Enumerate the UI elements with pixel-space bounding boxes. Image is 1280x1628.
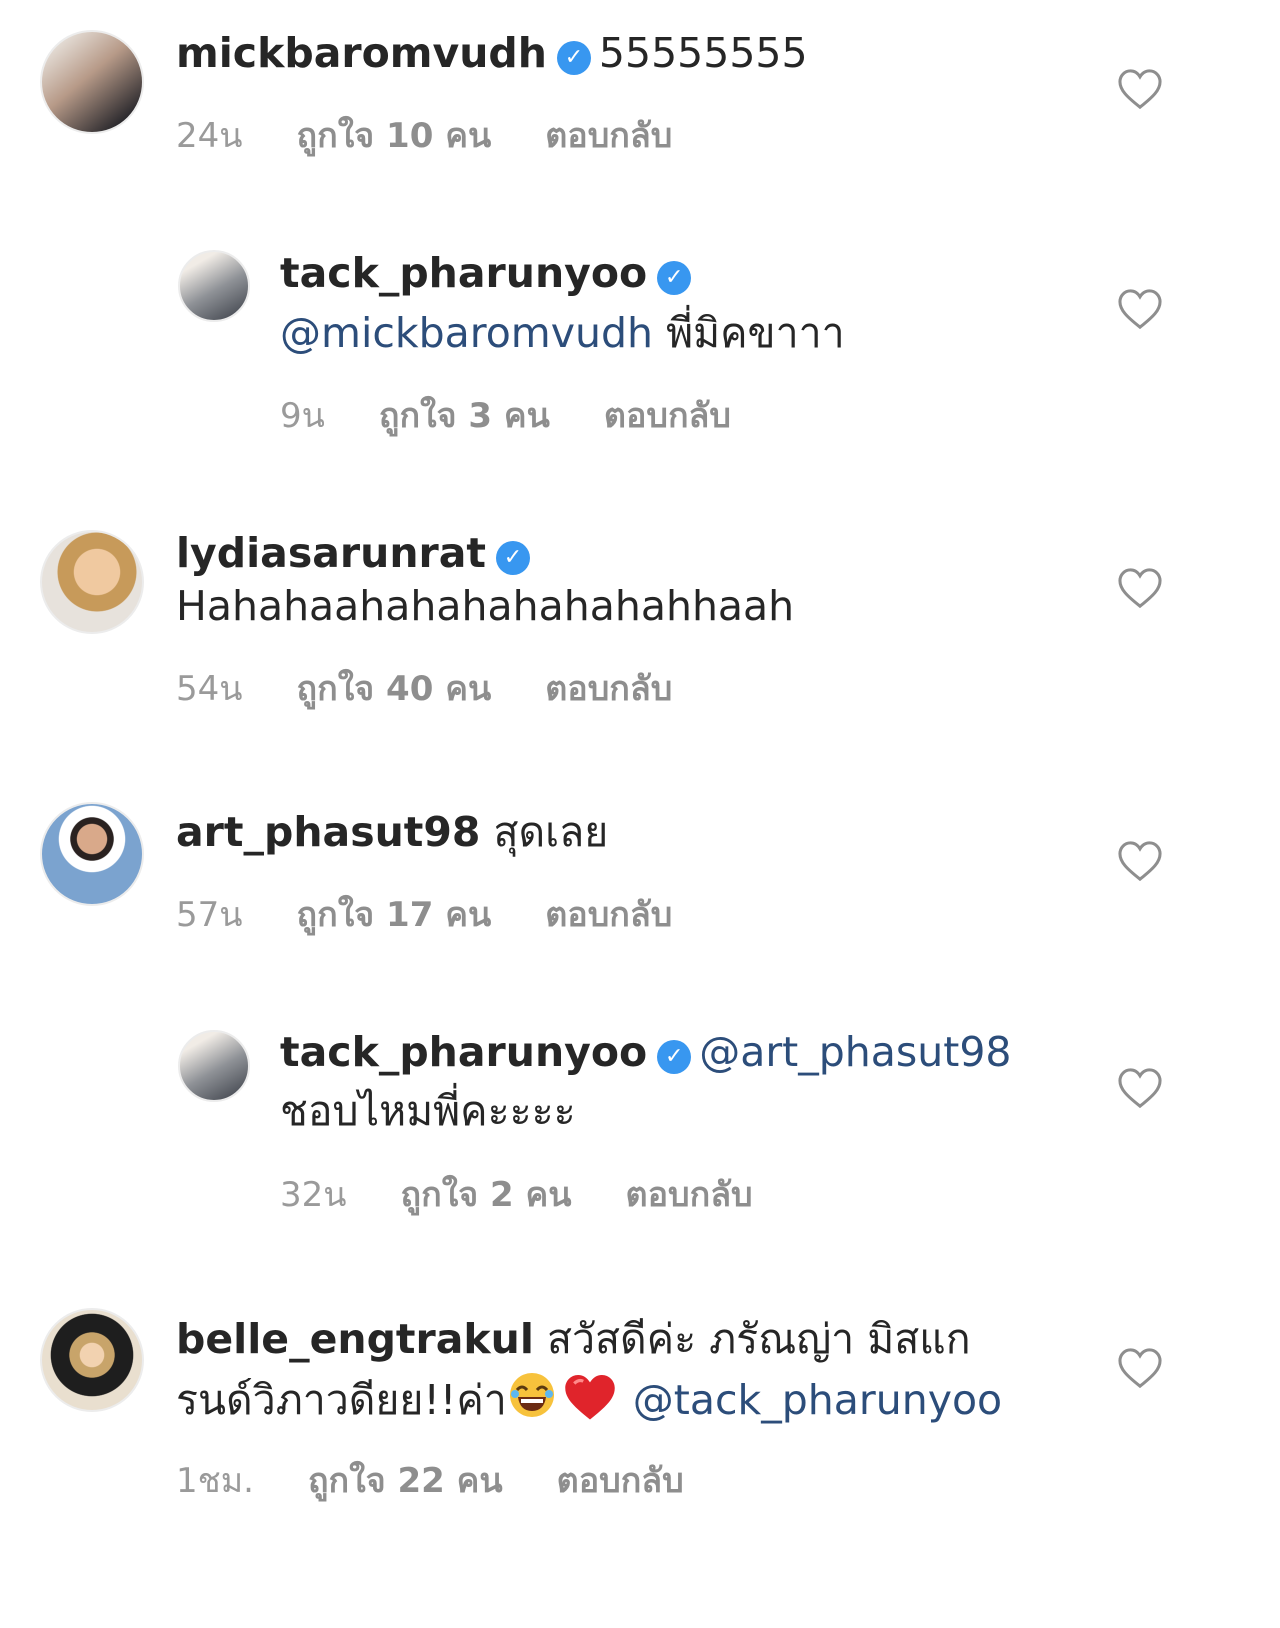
comment-username[interactable]: tack_pharunyoo — [280, 249, 647, 297]
comment-text-line1: สวัสดีค่ะ ภรัณญ่า มิสแก — [546, 1315, 971, 1363]
comment-time: 1ชม. — [176, 1461, 254, 1501]
comment-username[interactable]: mickbaromvudh — [176, 29, 547, 77]
comment-body: tack_pharunyoo ✓ @art_phasut98 — [280, 1023, 1012, 1081]
laughing-emoji-icon — [509, 1373, 554, 1417]
comment-time: 57น — [176, 895, 243, 935]
comment-username[interactable]: lydiasarunrat — [176, 529, 486, 577]
comment-text: สุดเลย — [493, 808, 609, 856]
heart-outline-icon[interactable] — [1117, 1067, 1163, 1109]
comment-body: art_phasut98 สุดเลย — [176, 803, 608, 861]
comment-body-line2: @mickbaromvudh พี่มิคขาาา — [280, 304, 845, 362]
heart-outline-icon[interactable] — [1117, 567, 1163, 609]
comment-time: 54น — [176, 669, 243, 709]
avatar[interactable] — [40, 802, 144, 906]
comment-body: tack_pharunyoo ✓ — [280, 244, 699, 302]
comment-likes[interactable]: ถูกใจ 10 คน — [297, 108, 492, 162]
comment-meta: 24น ถูกใจ 10 คน ตอบกลับ — [176, 108, 726, 162]
comment-text: Hahahaahahahahahahahhaah — [176, 582, 795, 630]
comment-time: 9น — [280, 396, 325, 436]
comment-username[interactable]: belle_engtrakul — [176, 1315, 534, 1363]
avatar[interactable] — [40, 530, 144, 634]
mention-link[interactable]: @mickbaromvudh — [280, 309, 653, 357]
comment-meta: 9น ถูกใจ 3 คน ตอบกลับ — [280, 388, 785, 442]
red-heart-emoji-icon — [565, 1374, 615, 1420]
comment-likes[interactable]: ถูกใจ 2 คน — [401, 1167, 572, 1221]
comment-time: 24น — [176, 116, 243, 156]
avatar[interactable] — [40, 1308, 144, 1412]
verified-badge-icon: ✓ — [657, 261, 692, 295]
comment-meta: 57น ถูกใจ 17 คน ตอบกลับ — [176, 887, 726, 941]
reply-button[interactable]: ตอบกลับ — [545, 108, 672, 162]
comment-likes[interactable]: ถูกใจ 3 คน — [379, 388, 550, 442]
reply-button[interactable]: ตอบกลับ — [626, 1167, 753, 1221]
verified-badge-icon: ✓ — [496, 541, 531, 575]
comment-text: ชอบไหมพี่คะะะะ — [280, 1087, 576, 1135]
verified-badge-icon: ✓ — [657, 1040, 692, 1074]
comment-text-line2: รนด์วิภาวดียย!!ค่า — [176, 1376, 507, 1424]
mention-link[interactable]: @art_phasut98 — [699, 1028, 1011, 1076]
comment-text: 55555555 — [598, 29, 808, 77]
reply-button[interactable]: ตอบกลับ — [604, 388, 731, 442]
comment-meta: 1ชม. ถูกใจ 22 คน ตอบกลับ — [176, 1453, 738, 1507]
reply-button[interactable]: ตอบกลับ — [545, 661, 672, 715]
reply-button[interactable]: ตอบกลับ — [545, 887, 672, 941]
comment-body-line2: รนด์วิภาวดียย!!ค่า @tack_pharunyoo — [176, 1370, 1002, 1429]
comment-likes[interactable]: ถูกใจ 17 คน — [297, 887, 492, 941]
heart-outline-icon[interactable] — [1117, 288, 1163, 330]
comment-body: mickbaromvudh ✓ 55555555 — [176, 24, 808, 82]
comment-meta: 54น ถูกใจ 40 คน ตอบกลับ — [176, 661, 726, 715]
reply-button[interactable]: ตอบกลับ — [557, 1453, 684, 1507]
avatar[interactable] — [40, 30, 144, 134]
comment-time: 32น — [280, 1175, 347, 1215]
mention-link[interactable]: @tack_pharunyoo — [633, 1376, 1002, 1424]
comment-body: lydiasarunrat ✓ — [176, 524, 538, 582]
heart-outline-icon[interactable] — [1117, 1347, 1163, 1389]
comment-text: พี่มิคขาาา — [666, 309, 845, 357]
comment-username[interactable]: tack_pharunyoo — [280, 1028, 647, 1076]
verified-badge-icon: ✓ — [556, 41, 591, 75]
comment-likes[interactable]: ถูกใจ 22 คน — [308, 1453, 503, 1507]
avatar[interactable] — [178, 250, 250, 322]
heart-outline-icon[interactable] — [1117, 840, 1163, 882]
heart-outline-icon[interactable] — [1117, 68, 1163, 110]
avatar[interactable] — [178, 1030, 250, 1102]
comment-likes[interactable]: ถูกใจ 40 คน — [297, 661, 492, 715]
comment-meta: 32น ถูกใจ 2 คน ตอบกลับ — [280, 1167, 807, 1221]
comment-body: belle_engtrakul สวัสดีค่ะ ภรัณญ่า มิสแก — [176, 1310, 971, 1368]
comment-username[interactable]: art_phasut98 — [176, 808, 480, 856]
